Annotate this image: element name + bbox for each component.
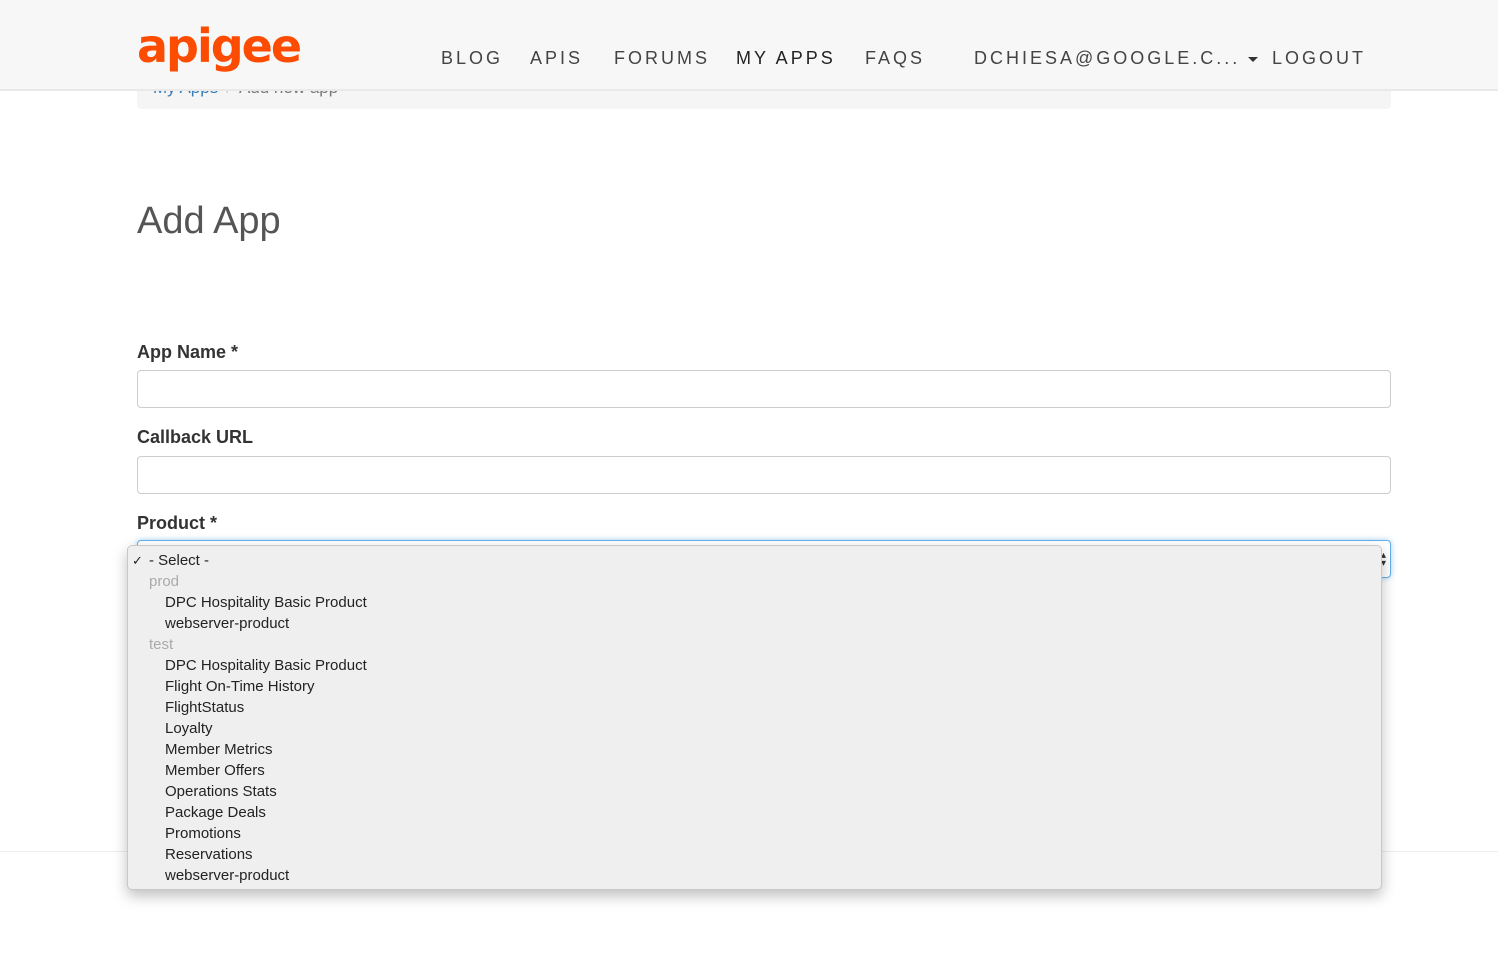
chevron-down-icon	[1248, 56, 1259, 62]
app-name-input[interactable]	[137, 370, 1391, 408]
checkmark-icon: ✓	[132, 553, 143, 568]
nav-apis[interactable]: APIS	[530, 48, 583, 69]
page-title: Add App	[137, 200, 281, 242]
option-test-reservations[interactable]: Reservations	[128, 844, 1381, 865]
option-label: - Select -	[149, 552, 210, 569]
nav-blog[interactable]: BLOG	[441, 48, 503, 69]
option-select[interactable]: ✓ - Select -	[128, 550, 1381, 571]
nav-logout[interactable]: LOGOUT	[1272, 48, 1366, 69]
nav-forums[interactable]: FORUMS	[614, 48, 710, 69]
option-prod-webserver-product[interactable]: webserver-product	[128, 613, 1381, 634]
option-prod-dpc-hospitality[interactable]: DPC Hospitality Basic Product	[128, 592, 1381, 613]
option-test-dpc-hospitality[interactable]: DPC Hospitality Basic Product	[128, 655, 1381, 676]
option-test-loyalty[interactable]: Loyalty	[128, 718, 1381, 739]
nav-faqs[interactable]: FAQS	[865, 48, 925, 69]
option-test-flight-on-time-history[interactable]: Flight On-Time History	[128, 676, 1381, 697]
optgroup-test: test	[149, 636, 174, 653]
nav-my-apps[interactable]: MY APPS	[736, 48, 836, 69]
option-test-webserver-product[interactable]: webserver-product	[128, 865, 1381, 886]
user-menu[interactable]: DCHIESA@GOOGLE.C...	[974, 48, 1259, 69]
site-header: apigee BLOG APIS FORUMS MY APPS FAQS DCH…	[0, 0, 1498, 91]
callback-url-label: Callback URL	[137, 427, 254, 447]
optgroup-prod: prod	[149, 573, 180, 590]
user-email: DCHIESA@GOOGLE.C...	[974, 48, 1241, 68]
option-test-member-metrics[interactable]: Member Metrics	[128, 739, 1381, 760]
product-dropdown-list: ✓ - Select - prod DPC Hospitality Basic P…	[127, 545, 1382, 890]
product-label: Product *	[137, 513, 218, 533]
option-test-operations-stats[interactable]: Operations Stats	[128, 781, 1381, 802]
app-name-label: App Name *	[137, 342, 239, 362]
apigee-logo[interactable]: apigee	[137, 18, 302, 74]
option-test-package-deals[interactable]: Package Deals	[128, 802, 1381, 823]
option-test-flightstatus[interactable]: FlightStatus	[128, 697, 1381, 718]
callback-url-input[interactable]	[137, 456, 1391, 494]
option-test-member-offers[interactable]: Member Offers	[128, 760, 1381, 781]
option-test-promotions[interactable]: Promotions	[128, 823, 1381, 844]
